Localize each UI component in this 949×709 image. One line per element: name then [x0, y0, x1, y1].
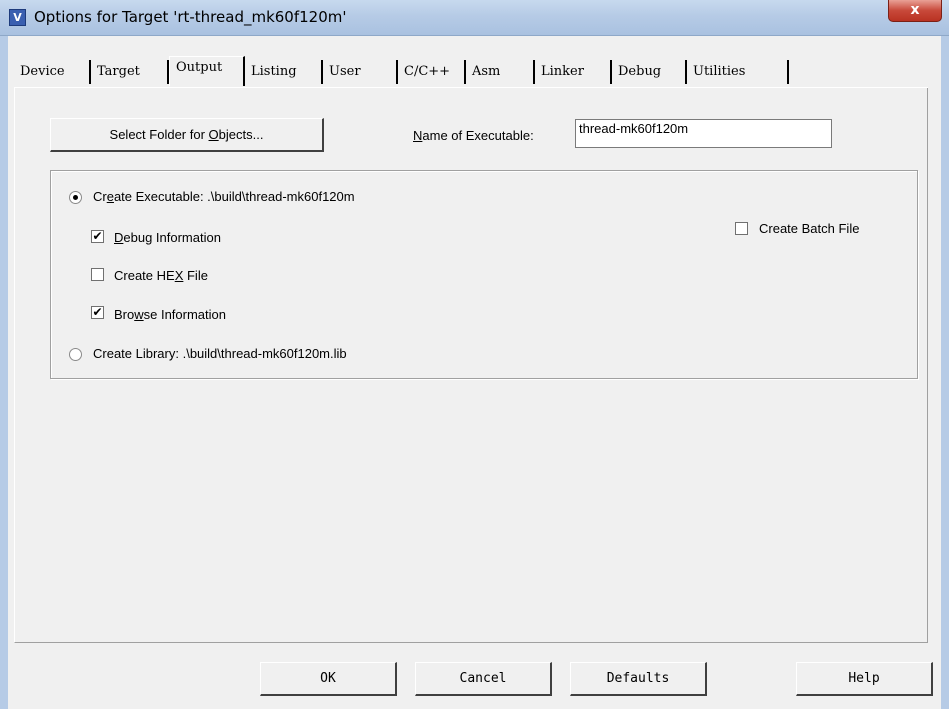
create-library-label[interactable]: Create Library: .\build\thread-mk60f120m…	[93, 346, 347, 361]
tab-device[interactable]: Device	[14, 60, 91, 84]
close-button[interactable]: x	[888, 0, 942, 22]
name-of-executable-input[interactable]: thread-mk60f120m	[575, 119, 832, 148]
window-title: Options for Target 'rt-thread_mk60f120m'	[34, 8, 347, 26]
window-frame-left	[0, 36, 8, 709]
keil-uvision-icon: V	[9, 9, 26, 26]
help-button[interactable]: Help	[796, 662, 933, 696]
title-bar: V Options for Target 'rt-thread_mk60f120…	[0, 0, 949, 36]
name-of-executable-label: Name of Executable:	[413, 128, 534, 143]
tab-debug[interactable]: Debug	[612, 60, 687, 84]
tab-user[interactable]: User	[323, 60, 398, 84]
tab-target[interactable]: Target	[91, 60, 169, 84]
create-library-radio[interactable]	[69, 348, 82, 361]
tab-linker[interactable]: Linker	[535, 60, 612, 84]
tab-c-cpp[interactable]: C/C++	[398, 60, 466, 84]
tab-asm[interactable]: Asm	[466, 60, 535, 84]
browse-information-label[interactable]: Browse Information	[114, 307, 226, 322]
create-executable-radio[interactable]	[69, 191, 82, 204]
create-hex-file-checkbox[interactable]	[91, 268, 104, 281]
tab-output[interactable]: Output	[169, 56, 245, 86]
cancel-button[interactable]: Cancel	[415, 662, 552, 696]
create-hex-file-label[interactable]: Create HEX File	[114, 268, 208, 283]
close-icon: x	[910, 2, 920, 18]
create-batch-file-label[interactable]: Create Batch File	[759, 221, 859, 236]
checkmark-icon: ✔	[92, 229, 103, 243]
create-executable-label[interactable]: Create Executable: .\build\thread-mk60f1…	[93, 189, 355, 204]
checkmark-icon: ✔	[92, 305, 103, 319]
debug-information-checkbox[interactable]: ✔	[91, 230, 104, 243]
tab-listing[interactable]: Listing	[245, 60, 323, 84]
defaults-button[interactable]: Defaults	[570, 662, 707, 696]
ok-button[interactable]: OK	[260, 662, 397, 696]
create-batch-file-checkbox[interactable]	[735, 222, 748, 235]
select-folder-for-objects-button[interactable]: Select Folder for Objects...	[50, 118, 324, 152]
debug-information-label[interactable]: Debug Information	[114, 230, 221, 245]
tab-utilities[interactable]: Utilities	[687, 60, 789, 84]
browse-information-checkbox[interactable]: ✔	[91, 306, 104, 319]
window-frame-right	[941, 36, 949, 709]
